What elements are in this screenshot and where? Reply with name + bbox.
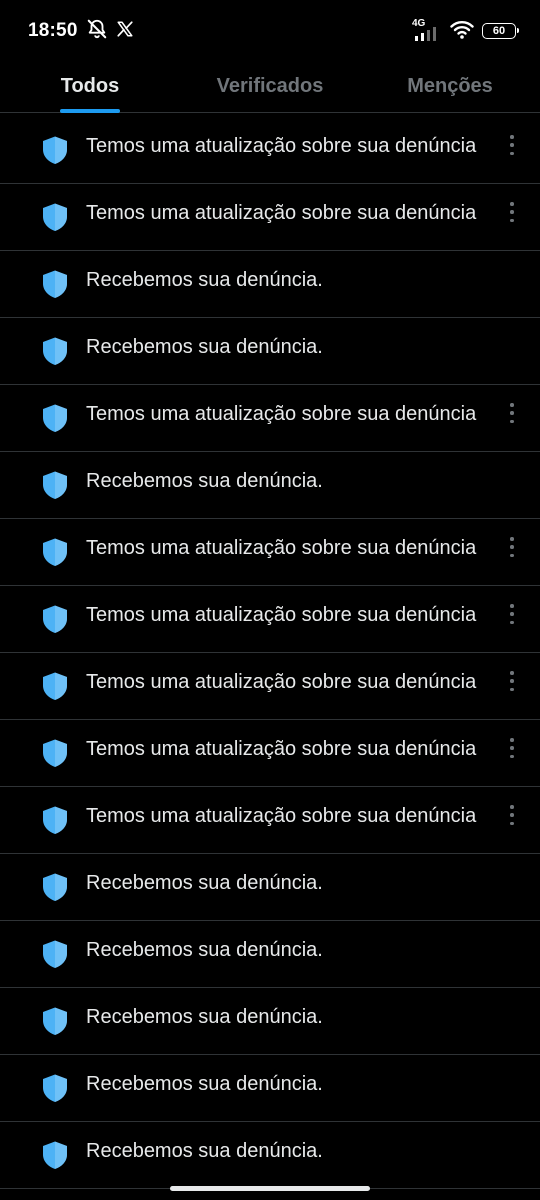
notification-text: Recebemos sua denúncia. xyxy=(86,871,323,894)
notification-row[interactable]: Temos uma atualização sobre sua denúncia xyxy=(0,184,540,251)
x-logo-icon xyxy=(116,20,134,43)
more-options-dot xyxy=(510,620,514,624)
more-options-dot xyxy=(510,210,514,214)
more-options-dot xyxy=(510,135,514,139)
more-options-dot xyxy=(510,553,514,557)
tab-verificados[interactable]: Verificados xyxy=(180,60,360,112)
more-options-dot xyxy=(510,754,514,758)
more-options-icon[interactable] xyxy=(504,671,520,691)
shield-icon xyxy=(39,737,71,769)
more-options-dot xyxy=(510,202,514,206)
battery-icon: 60 xyxy=(482,23,519,39)
notification-text: Temos uma atualização sobre sua denúncia xyxy=(86,804,477,827)
battery-level: 60 xyxy=(492,24,506,37)
more-options-dot xyxy=(510,604,514,608)
more-options-dot xyxy=(510,419,514,423)
notification-text: Recebemos sua denúncia. xyxy=(86,335,323,358)
notification-row[interactable]: Temos uma atualização sobre sua denúncia xyxy=(0,519,540,586)
notification-text: Recebemos sua denúncia. xyxy=(86,268,323,291)
notification-row[interactable]: Recebemos sua denúncia. xyxy=(0,1122,540,1189)
more-options-dot xyxy=(510,679,514,683)
notification-text: Recebemos sua denúncia. xyxy=(86,1139,323,1162)
shield-icon xyxy=(39,670,71,702)
more-options-icon[interactable] xyxy=(504,135,520,155)
shield-icon xyxy=(39,201,71,233)
notification-row[interactable]: Recebemos sua denúncia. xyxy=(0,988,540,1055)
more-options-icon[interactable] xyxy=(504,805,520,825)
more-options-icon[interactable] xyxy=(504,202,520,222)
shield-icon xyxy=(39,603,71,635)
more-options-dot xyxy=(510,813,514,817)
status-time: 18:50 xyxy=(28,20,78,41)
notification-row[interactable]: Recebemos sua denúncia. xyxy=(0,452,540,519)
notification-row[interactable]: Temos uma atualização sobre sua denúncia xyxy=(0,586,540,653)
notification-row[interactable]: Temos uma atualização sobre sua denúncia xyxy=(0,787,540,854)
more-options-icon[interactable] xyxy=(504,403,520,423)
shield-icon xyxy=(39,804,71,836)
notification-text: Recebemos sua denúncia. xyxy=(86,938,323,961)
notification-text: Temos uma atualização sobre sua denúncia xyxy=(86,402,477,425)
status-left: 18:50 xyxy=(28,18,134,44)
shield-icon xyxy=(39,871,71,903)
cellular-signal-icon: 4G xyxy=(412,18,442,42)
notification-row[interactable]: Recebemos sua denúncia. xyxy=(0,1055,540,1122)
shield-icon xyxy=(39,134,71,166)
more-options-dot xyxy=(510,671,514,675)
bell-muted-icon xyxy=(86,18,108,45)
more-options-dot xyxy=(510,821,514,825)
more-options-icon[interactable] xyxy=(504,604,520,624)
status-right: 4G 60 xyxy=(412,18,519,44)
tab-mencoes[interactable]: Menções xyxy=(360,60,540,112)
shield-icon xyxy=(39,938,71,970)
notification-text: Recebemos sua denúncia. xyxy=(86,469,323,492)
shield-icon xyxy=(39,268,71,300)
shield-icon xyxy=(39,469,71,501)
more-options-dot xyxy=(510,612,514,616)
more-options-dot xyxy=(510,746,514,750)
status-bar: 18:50 4G 60 xyxy=(0,0,540,60)
more-options-dot xyxy=(510,545,514,549)
notification-text: Temos uma atualização sobre sua denúncia xyxy=(86,134,477,157)
more-options-dot xyxy=(510,738,514,742)
shield-icon xyxy=(39,1072,71,1104)
home-indicator[interactable] xyxy=(170,1186,370,1191)
notification-row[interactable]: Recebemos sua denúncia. xyxy=(0,921,540,988)
shield-icon xyxy=(39,1139,71,1171)
notification-row[interactable]: Temos uma atualização sobre sua denúncia xyxy=(0,117,540,184)
more-options-dot xyxy=(510,218,514,222)
notification-list: Temos uma atualização sobre sua denúncia… xyxy=(0,117,540,1189)
more-options-dot xyxy=(510,411,514,415)
active-tab-indicator xyxy=(60,109,120,113)
notification-text: Recebemos sua denúncia. xyxy=(86,1005,323,1028)
notification-text: Temos uma atualização sobre sua denúncia xyxy=(86,201,477,224)
notification-row[interactable]: Recebemos sua denúncia. xyxy=(0,318,540,385)
more-options-dot xyxy=(510,151,514,155)
notification-text: Temos uma atualização sobre sua denúncia xyxy=(86,670,477,693)
tab-todos[interactable]: Todos xyxy=(0,60,180,112)
more-options-dot xyxy=(510,537,514,541)
notification-text: Temos uma atualização sobre sua denúncia xyxy=(86,536,477,559)
notification-row[interactable]: Temos uma atualização sobre sua denúncia xyxy=(0,720,540,787)
shield-icon xyxy=(39,402,71,434)
shield-icon xyxy=(39,536,71,568)
notification-text: Temos uma atualização sobre sua denúncia xyxy=(86,737,477,760)
notification-text: Recebemos sua denúncia. xyxy=(86,1072,323,1095)
more-options-dot xyxy=(510,403,514,407)
wifi-icon xyxy=(450,19,474,44)
notification-tabs: Todos Verificados Menções xyxy=(0,60,540,113)
more-options-icon[interactable] xyxy=(504,738,520,758)
shield-icon xyxy=(39,335,71,367)
more-options-dot xyxy=(510,687,514,691)
notification-row[interactable]: Temos uma atualização sobre sua denúncia xyxy=(0,385,540,452)
more-options-dot xyxy=(510,143,514,147)
notification-row[interactable]: Recebemos sua denúncia. xyxy=(0,854,540,921)
more-options-icon[interactable] xyxy=(504,537,520,557)
notification-row[interactable]: Recebemos sua denúncia. xyxy=(0,251,540,318)
shield-icon xyxy=(39,1005,71,1037)
more-options-dot xyxy=(510,805,514,809)
notification-row[interactable]: Temos uma atualização sobre sua denúncia xyxy=(0,653,540,720)
notification-text: Temos uma atualização sobre sua denúncia xyxy=(86,603,477,626)
